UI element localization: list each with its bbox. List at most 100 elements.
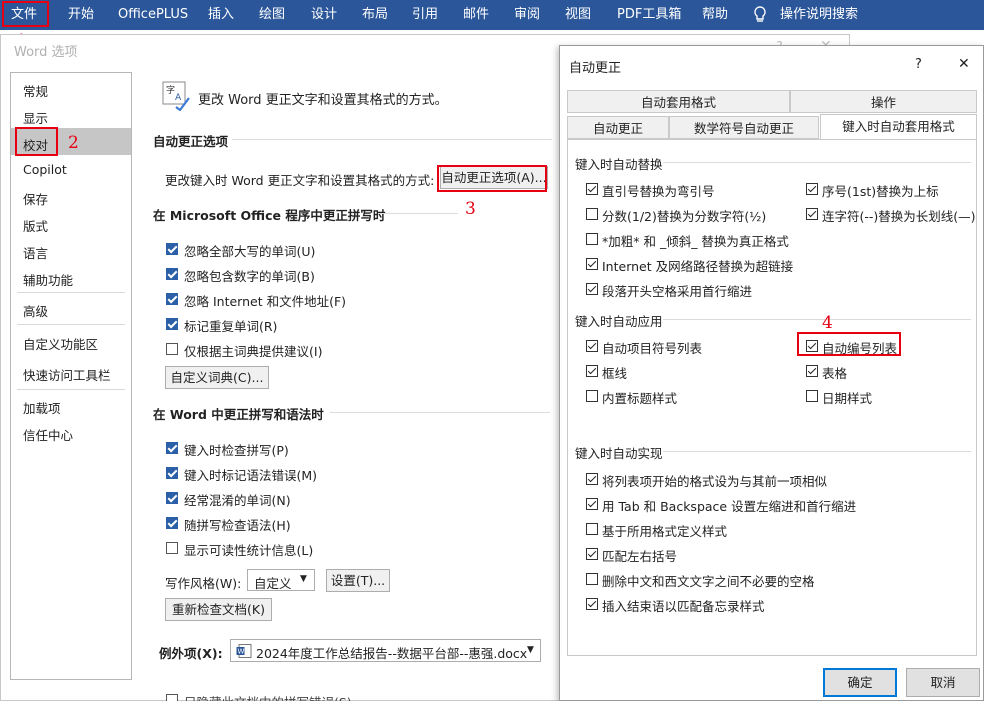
tab-home[interactable]: 开始 [68, 0, 94, 30]
nav-quick-access-toolbar[interactable]: 快速访问工具栏 [23, 365, 111, 384]
apply-item-checkbox[interactable] [806, 365, 818, 377]
nav-save[interactable]: 保存 [23, 189, 48, 208]
word-item-label: 经常混淆的单词(N) [184, 493, 291, 508]
tab-autocorrect[interactable]: 自动更正 [567, 116, 669, 139]
proofing-icon: 字 A [162, 81, 194, 114]
hide-spelling-errors-label: 只隐藏此文档中的拼写错误(S) [184, 692, 352, 701]
apply-item-checkbox[interactable] [806, 390, 818, 402]
highlight-proofing [15, 127, 58, 156]
dialog-help-icon[interactable]: ? [915, 57, 922, 72]
tell-me-search[interactable]: 操作说明搜索 [780, 0, 858, 30]
recheck-document-button[interactable]: 重新检查文档(K) [165, 598, 272, 621]
nav-language[interactable]: 语言 [23, 243, 48, 262]
office-item-checkbox[interactable] [166, 268, 178, 280]
office-item-label: 忽略包含数字的单词(B) [184, 269, 315, 284]
group-divider [663, 451, 971, 452]
nav-typography[interactable]: 版式 [23, 216, 48, 235]
replace-item-checkbox[interactable] [806, 183, 818, 195]
highlight-autocorrect-button [437, 165, 547, 192]
office-item-label: 忽略 Internet 和文件地址(F) [184, 294, 347, 309]
nav-general[interactable]: 常规 [23, 81, 48, 100]
office-item-checkbox[interactable] [166, 318, 178, 330]
group-apply-as-you-type: 键入时自动应用 [575, 314, 663, 329]
apply-item-label: 内置标题样式 [602, 391, 678, 406]
tab-design[interactable]: 设计 [311, 0, 337, 30]
tab-layout[interactable]: 布局 [362, 0, 388, 30]
group-automatically-as-you-type: 键入时自动实现 [575, 446, 663, 461]
auto-item-checkbox[interactable] [586, 473, 598, 485]
svg-text:A: A [175, 93, 182, 103]
section-divider [378, 213, 458, 214]
tab-actions[interactable]: 操作 [790, 90, 977, 113]
auto-item-checkbox[interactable] [586, 573, 598, 585]
tab-references[interactable]: 引用 [412, 0, 438, 30]
custom-dictionaries-button[interactable]: 自定义词典(C)... [165, 366, 269, 389]
auto-item-label: 插入结束语以匹配备忘录样式 [602, 599, 765, 614]
tab-pdf-toolbox[interactable]: PDF工具箱 [617, 0, 681, 30]
nav-trust-center[interactable]: 信任中心 [23, 425, 73, 444]
word-item-label: 键入时标记语法错误(M) [184, 468, 318, 483]
nav-customize-ribbon[interactable]: 自定义功能区 [23, 334, 98, 353]
exceptions-document-select[interactable]: W 2024年度工作总结报告--数据平台部--惠强.docx ▼ [230, 639, 541, 662]
apply-item-checkbox[interactable] [586, 390, 598, 402]
replace-item-label: Internet 及网络路径替换为超链接 [602, 259, 794, 274]
apply-item-label: 自动项目符号列表 [602, 341, 703, 356]
tab-help[interactable]: 帮助 [702, 0, 728, 30]
cut-off-row: 只隐藏此文档中的拼写错误(S) [155, 688, 555, 701]
office-item-checkbox[interactable] [166, 343, 178, 355]
replace-item-checkbox[interactable] [806, 208, 818, 220]
auto-item-checkbox[interactable] [586, 598, 598, 610]
cancel-button[interactable]: 取消 [906, 668, 980, 697]
nav-divider [17, 324, 125, 325]
dialog-close-icon[interactable]: ✕ [958, 56, 970, 72]
nav-copilot[interactable]: Copilot [23, 162, 67, 177]
tab-review[interactable]: 审阅 [514, 0, 540, 30]
replace-item-checkbox[interactable] [586, 233, 598, 245]
word-item-checkbox[interactable] [166, 467, 178, 479]
auto-item-checkbox[interactable] [586, 523, 598, 535]
tab-draw[interactable]: 绘图 [259, 0, 285, 30]
ribbon-bar: 文件 开始 OfficePLUS 插入 绘图 设计 布局 引用 邮件 审阅 视图… [0, 0, 984, 30]
replace-item-checkbox[interactable] [586, 208, 598, 220]
nav-add-ins[interactable]: 加载项 [23, 398, 61, 417]
tab-mailings[interactable]: 邮件 [463, 0, 489, 30]
apply-item-checkbox[interactable] [586, 365, 598, 377]
auto-item-checkbox[interactable] [586, 498, 598, 510]
apply-item-checkbox[interactable] [586, 340, 598, 352]
word-document-icon: W [236, 644, 252, 661]
replace-item-checkbox[interactable] [586, 258, 598, 270]
replace-item-label: 连字符(--)替换为长划线(—) [822, 209, 976, 224]
replace-item-checkbox[interactable] [586, 183, 598, 195]
word-item-checkbox[interactable] [166, 542, 178, 554]
section-word-spelling: 在 Word 中更正拼写和语法时 [153, 407, 324, 422]
replace-item-label: 直引号替换为弯引号 [602, 184, 715, 199]
replace-item-label: 段落开头空格采用首行缩进 [602, 284, 753, 299]
tab-math-autocorrect[interactable]: 数学符号自动更正 [669, 116, 819, 139]
word-item-checkbox[interactable] [166, 517, 178, 529]
nav-display[interactable]: 显示 [23, 108, 48, 127]
tab-officeplus[interactable]: OfficePLUS [118, 0, 188, 30]
hide-spelling-errors-checkbox[interactable] [166, 694, 178, 701]
svg-text:W: W [238, 648, 245, 656]
autocorrect-dialog: 自动更正 ? ✕ 自动套用格式 操作 自动更正 数学符号自动更正 键入时自动套用… [559, 45, 984, 701]
tab-view[interactable]: 视图 [565, 0, 591, 30]
ok-button[interactable]: 确定 [823, 668, 897, 697]
auto-item-checkbox[interactable] [586, 548, 598, 560]
replace-item-checkbox[interactable] [586, 283, 598, 295]
apply-item-label: 框线 [602, 366, 628, 381]
office-item-checkbox[interactable] [166, 293, 178, 305]
annotation-2: 2 [68, 133, 79, 153]
office-item-checkbox[interactable] [166, 243, 178, 255]
settings-button[interactable]: 设置(T)... [326, 569, 390, 592]
office-item-label: 仅根据主词典提供建议(I) [184, 344, 323, 359]
exceptions-file-name: 2024年度工作总结报告--数据平台部--惠强.docx [256, 646, 528, 661]
tab-autoformat[interactable]: 自动套用格式 [567, 90, 790, 113]
tab-insert[interactable]: 插入 [208, 0, 234, 30]
nav-accessibility[interactable]: 辅助功能 [23, 270, 73, 289]
writing-style-select[interactable]: 自定义 ▼ [247, 569, 315, 591]
tab-autoformat-as-you-type[interactable]: 键入时自动套用格式 [820, 114, 977, 140]
word-item-checkbox[interactable] [166, 442, 178, 454]
auto-item-label: 用 Tab 和 Backspace 设置左缩进和首行缩进 [602, 499, 857, 514]
nav-advanced[interactable]: 高级 [23, 301, 48, 320]
word-item-checkbox[interactable] [166, 492, 178, 504]
